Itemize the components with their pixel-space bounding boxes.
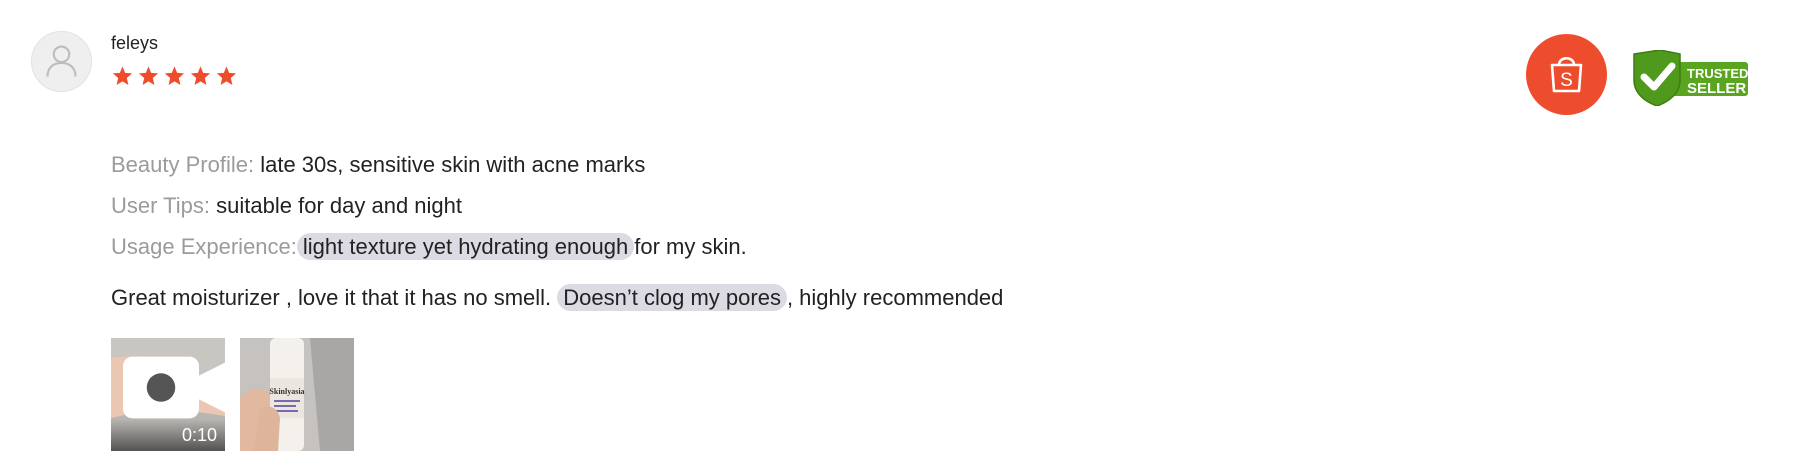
product-label-text: Skinlyasia (269, 387, 304, 396)
video-duration: 0:10 (181, 425, 217, 445)
shopee-bag-icon[interactable]: S (1526, 34, 1607, 115)
comment-highlight: Doesn’t clog my pores (557, 284, 787, 311)
review-photo-thumbnail[interactable]: Skinlyasia (240, 338, 354, 451)
star-icon (138, 66, 159, 85)
user-tips-value: suitable for day and night (216, 193, 462, 218)
star-icon (216, 66, 237, 85)
usage-experience-line: Usage Experience: light texture yet hydra… (111, 233, 747, 261)
user-silhouette-icon (46, 45, 77, 77)
trusted-seller-badge: TRUSTED SELLER (1630, 50, 1750, 106)
review-comment: Great moisturizer , love it that it has … (111, 284, 1003, 312)
star-icon (164, 66, 185, 85)
review-video-thumbnail[interactable]: 0:10 (111, 338, 225, 451)
user-tips-label: User Tips: (111, 193, 211, 218)
shop-letter: S (1560, 70, 1573, 91)
user-tips-line: User Tips: suitable for day and night (111, 192, 462, 220)
comment-end: , highly recommended (786, 285, 1004, 310)
usage-highlight: light texture yet hydrating enough (296, 233, 635, 260)
rating-stars (111, 65, 238, 87)
trusted-line-2: SELLER (1687, 80, 1746, 97)
star-icon (190, 66, 211, 85)
trusted-line-1: TRUSTED (1687, 66, 1748, 81)
usage-experience-label: Usage Experience: (111, 234, 297, 259)
beauty-profile-line: Beauty Profile: late 30s, sensitive skin… (111, 151, 645, 179)
reviewer-username[interactable]: feleys (111, 33, 158, 54)
beauty-profile-value: late 30s, sensitive skin with acne marks (260, 152, 646, 177)
comment-start: Great moisturizer , love it that it has … (111, 285, 552, 310)
product-in-hand-image: Skinlyasia (240, 338, 354, 451)
user-avatar[interactable] (31, 31, 92, 92)
usage-rest: for my skin. (634, 234, 747, 259)
star-icon (112, 66, 133, 85)
beauty-profile-label: Beauty Profile: (111, 152, 255, 177)
